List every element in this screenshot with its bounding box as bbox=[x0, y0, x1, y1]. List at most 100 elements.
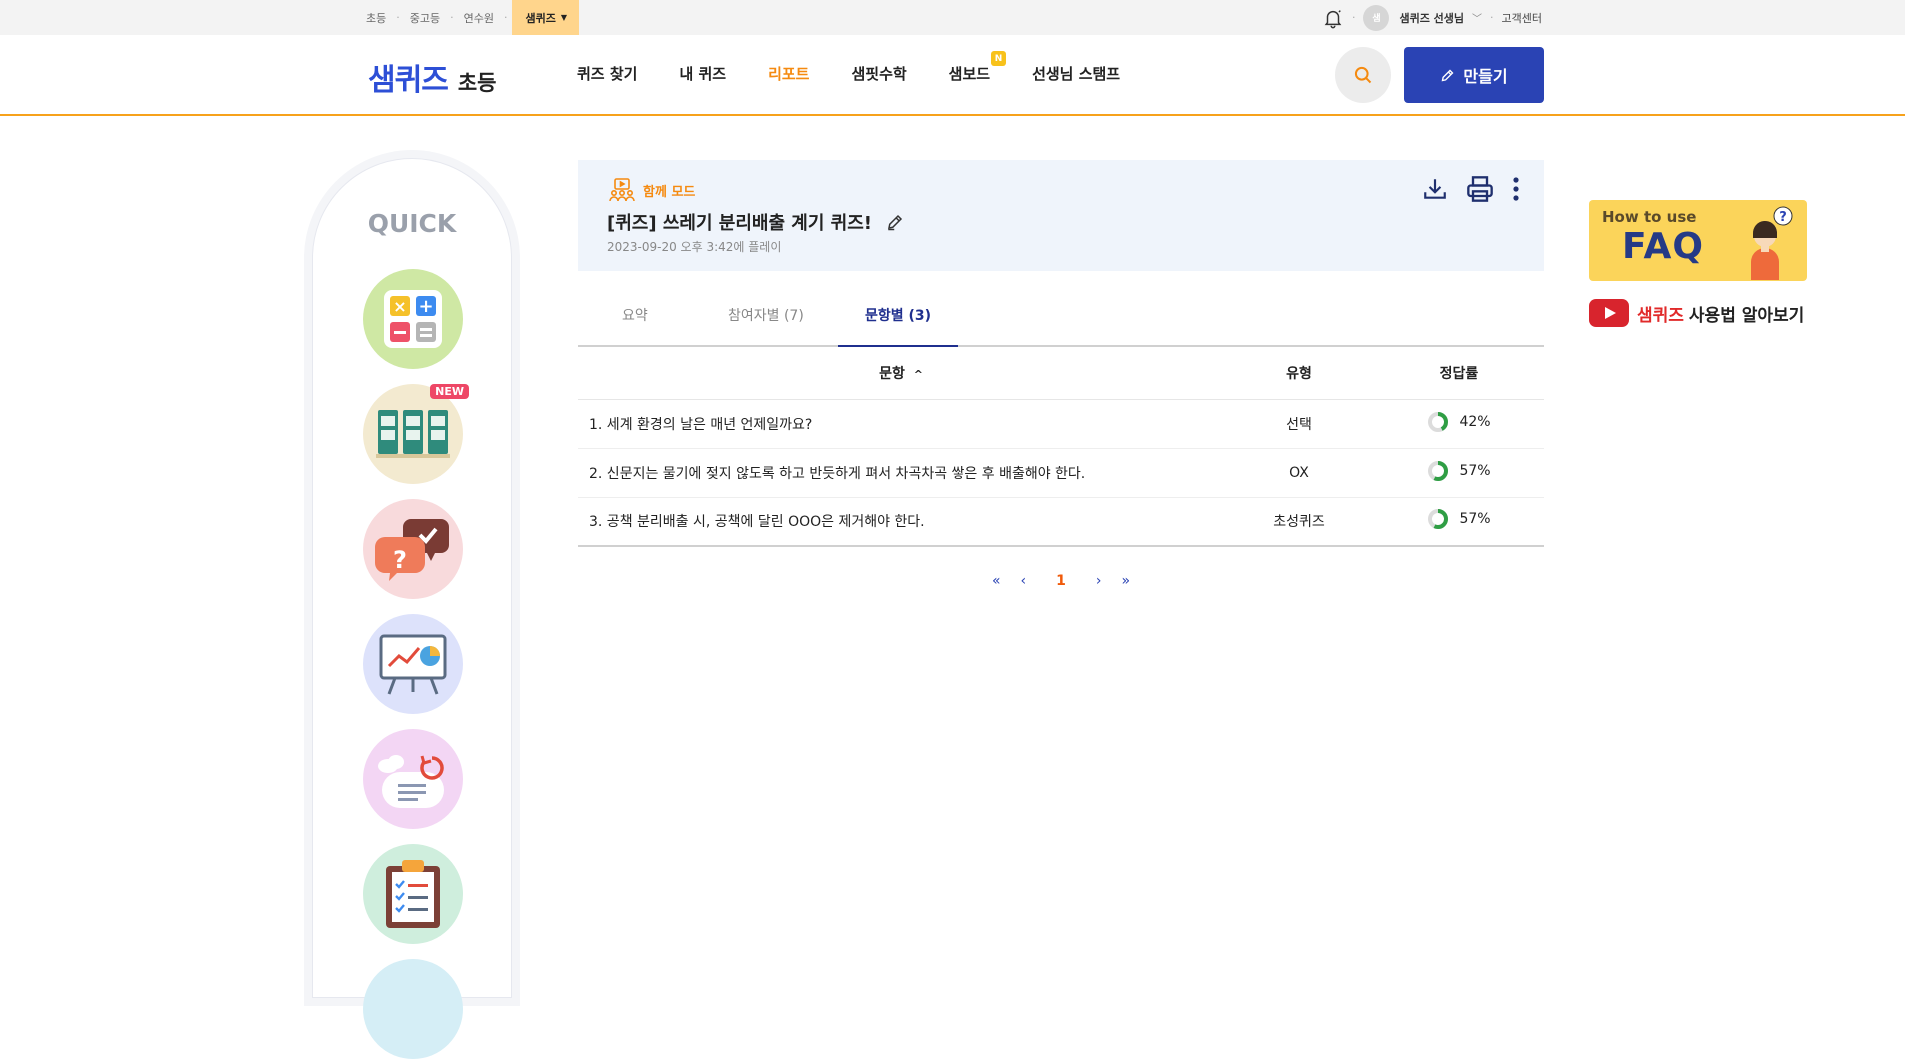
quick-checklist-button[interactable] bbox=[363, 844, 463, 944]
logo-brand: 샘퀴즈 bbox=[368, 63, 449, 98]
edit-pencil-icon[interactable] bbox=[886, 213, 904, 231]
site-link-secondary[interactable]: 중고등 bbox=[410, 10, 440, 26]
mode-label: 함께 모드 bbox=[609, 178, 695, 202]
quick-menu: QUICK × + NEW ? bbox=[312, 158, 512, 1059]
new-badge: N bbox=[991, 51, 1007, 66]
separator-dot: · bbox=[450, 11, 454, 24]
separator-dot: · bbox=[396, 11, 400, 24]
table-row[interactable]: 1. 세계 환경의 날은 매년 언제일까요? 선택 42% bbox=[578, 399, 1544, 449]
nav-item-samboard-label: 샘보드 bbox=[948, 65, 991, 83]
nav-item-report[interactable]: 리포트 bbox=[768, 63, 809, 84]
site-link-samquiz[interactable]: 샘퀴즈 ▼ bbox=[511, 0, 580, 35]
type-cell: 선택 bbox=[1224, 399, 1374, 449]
make-quiz-label: 만들기 bbox=[1463, 67, 1508, 86]
site-link-samquiz-label: 샘퀴즈 bbox=[525, 11, 556, 25]
search-button[interactable] bbox=[1335, 47, 1391, 103]
table-row[interactable]: 3. 공책 분리배출 시, 공책에 달린 OOO은 제거해야 한다. 초성퀴즈 57… bbox=[578, 497, 1544, 547]
faq-banner[interactable]: How to use FAQ ? bbox=[1589, 200, 1807, 281]
question-cell[interactable]: 2. 신문지는 물기에 젖지 않도록 하고 반듯하게 펴서 차곡차곡 쌓은 후 … bbox=[578, 448, 1224, 498]
faq-how-text: How to use bbox=[1602, 208, 1697, 226]
rate-value: 57% bbox=[1459, 462, 1491, 479]
download-icon[interactable] bbox=[1422, 176, 1448, 202]
rate-cell: 57% bbox=[1374, 448, 1544, 498]
question-bubble-icon: ? bbox=[375, 519, 449, 581]
rate-ring-icon bbox=[1428, 509, 1449, 530]
global-nav: 퀴즈 찾기 내 퀴즈 리포트 샘핏수학 샘보드 N 선생님 스탬프 bbox=[577, 51, 1162, 84]
nav-item-samboard[interactable]: 샘보드 N bbox=[948, 51, 1007, 84]
quick-board-button[interactable]: NEW bbox=[363, 384, 469, 484]
tab-summary-label[interactable]: 요약 bbox=[622, 305, 648, 325]
search-icon bbox=[1354, 66, 1372, 84]
quiz-info-box: 함께 모드 [퀴즈] 쓰레기 분리배출 계기 퀴즈! 2023-09-20 오후… bbox=[578, 160, 1544, 271]
pencil-icon bbox=[1442, 69, 1454, 81]
column-header-question-label: 문항 bbox=[879, 365, 905, 382]
nav-item-find-quiz[interactable]: 퀴즈 찾기 bbox=[577, 63, 637, 84]
make-quiz-button[interactable]: 만들기 bbox=[1404, 47, 1544, 103]
column-header-type: 유형 bbox=[1224, 347, 1374, 400]
cloud-sync-icon bbox=[378, 755, 444, 808]
play-date: 2023-09-20 오후 3:42에 플레이 bbox=[607, 240, 782, 254]
rate-ring-icon bbox=[1428, 411, 1449, 432]
site-switcher: 초등 · 중고등 · 연수원 · 샘퀴즈 ▼ bbox=[366, 0, 580, 35]
more-vertical-icon[interactable] bbox=[1512, 176, 1520, 202]
print-icon[interactable] bbox=[1466, 175, 1494, 203]
last-page-button[interactable]: » bbox=[1121, 573, 1130, 589]
svg-text:?: ? bbox=[1779, 210, 1787, 225]
separator-dot: · bbox=[1351, 11, 1356, 24]
svg-text:+: + bbox=[418, 296, 433, 317]
sort-asc-icon: ^ bbox=[913, 367, 923, 381]
quick-calculator-button[interactable]: × + bbox=[363, 269, 463, 369]
top-utility-bar: 초등 · 중고등 · 연수원 · 샘퀴즈 ▼ · 샘 샘퀴즈 선생님 ﹀ · 고… bbox=[0, 0, 1905, 35]
quick-more-button[interactable] bbox=[363, 959, 463, 1059]
quick-cloud-sync-button[interactable] bbox=[363, 729, 463, 829]
question-cell[interactable]: 3. 공책 분리배출 시, 공책에 달린 OOO은 제거해야 한다. bbox=[578, 497, 1224, 547]
help-center-link[interactable]: 고객센터 bbox=[1502, 10, 1542, 26]
faq-big-text: FAQ bbox=[1622, 226, 1704, 267]
column-header-rate: 정답률 bbox=[1374, 347, 1544, 400]
youtube-icon bbox=[1589, 299, 1629, 327]
separator-dot: · bbox=[1490, 11, 1494, 24]
prev-page-button[interactable]: ‹ bbox=[1021, 573, 1027, 589]
tab-participants[interactable]: 참여자별 (7) bbox=[728, 305, 804, 325]
tab-by-question[interactable]: 문항별 (3) bbox=[838, 305, 958, 347]
group-play-icon bbox=[609, 178, 635, 202]
logo-sub: 초등 bbox=[457, 71, 497, 95]
report-content: 함께 모드 [퀴즈] 쓰레기 분리배출 계기 퀴즈! 2023-09-20 오후… bbox=[578, 160, 1544, 589]
youtube-guide-banner[interactable]: 샘퀴즈 사용법 알아보기 bbox=[1589, 299, 1804, 327]
column-header-question[interactable]: 문항 ^ bbox=[578, 347, 1224, 400]
user-name[interactable]: 샘퀴즈 선생님 bbox=[1399, 10, 1464, 26]
question-table: 문항 ^ 유형 정답률 1. 세계 환경의 날은 매년 언제일까요? 선택 42% 2… bbox=[578, 347, 1544, 547]
question-cell[interactable]: 1. 세계 환경의 날은 매년 언제일까요? bbox=[578, 399, 1224, 449]
table-row[interactable]: 2. 신문지는 물기에 젖지 않도록 하고 반듯하게 펴서 차곡차곡 쌓은 후 … bbox=[578, 448, 1544, 498]
current-page[interactable]: 1 bbox=[1056, 573, 1066, 589]
svg-text:?: ? bbox=[393, 546, 407, 574]
separator-dot: · bbox=[504, 11, 508, 24]
rate-value: 42% bbox=[1459, 413, 1491, 430]
new-badge: NEW bbox=[430, 384, 469, 399]
nav-item-teacher-stamp[interactable]: 선생님 스탬프 bbox=[1032, 63, 1120, 84]
youtube-guide-text: 사용법 알아보기 bbox=[1688, 305, 1805, 326]
chevron-down-icon[interactable]: ﹀ bbox=[1472, 10, 1482, 25]
logo[interactable]: 샘퀴즈 초등 bbox=[368, 55, 496, 99]
pagination: « ‹ 1 › » bbox=[578, 573, 1544, 589]
rate-cell: 42% bbox=[1374, 399, 1544, 449]
quick-presentation-button[interactable] bbox=[363, 614, 463, 714]
main-header: 샘퀴즈 초등 퀴즈 찾기 내 퀴즈 리포트 샘핏수학 샘보드 N 선생님 스탬프… bbox=[0, 35, 1905, 116]
nav-item-my-quiz[interactable]: 내 퀴즈 bbox=[679, 63, 726, 84]
first-page-button[interactable]: « bbox=[992, 573, 1001, 589]
report-actions bbox=[1404, 175, 1520, 203]
thinking-girl-illustration: ? bbox=[1751, 206, 1793, 280]
next-page-button[interactable]: › bbox=[1096, 573, 1102, 589]
svg-text:×: × bbox=[393, 297, 406, 316]
avatar[interactable]: 샘 bbox=[1363, 4, 1390, 31]
user-utility: · 샘 샘퀴즈 선생님 ﹀ · 고객센터 bbox=[1322, 0, 1542, 35]
site-link-elementary[interactable]: 초등 bbox=[366, 10, 386, 26]
site-link-training[interactable]: 연수원 bbox=[464, 10, 494, 26]
bell-icon[interactable] bbox=[1322, 7, 1344, 29]
mode-text: 함께 모드 bbox=[643, 184, 696, 200]
quick-question-button[interactable]: ? bbox=[363, 499, 463, 599]
caret-down-icon: ▼ bbox=[560, 13, 568, 22]
clipboard-icon bbox=[386, 860, 440, 928]
nav-item-sampit-math[interactable]: 샘핏수학 bbox=[851, 63, 906, 84]
calculator-icon: × + bbox=[384, 290, 442, 348]
